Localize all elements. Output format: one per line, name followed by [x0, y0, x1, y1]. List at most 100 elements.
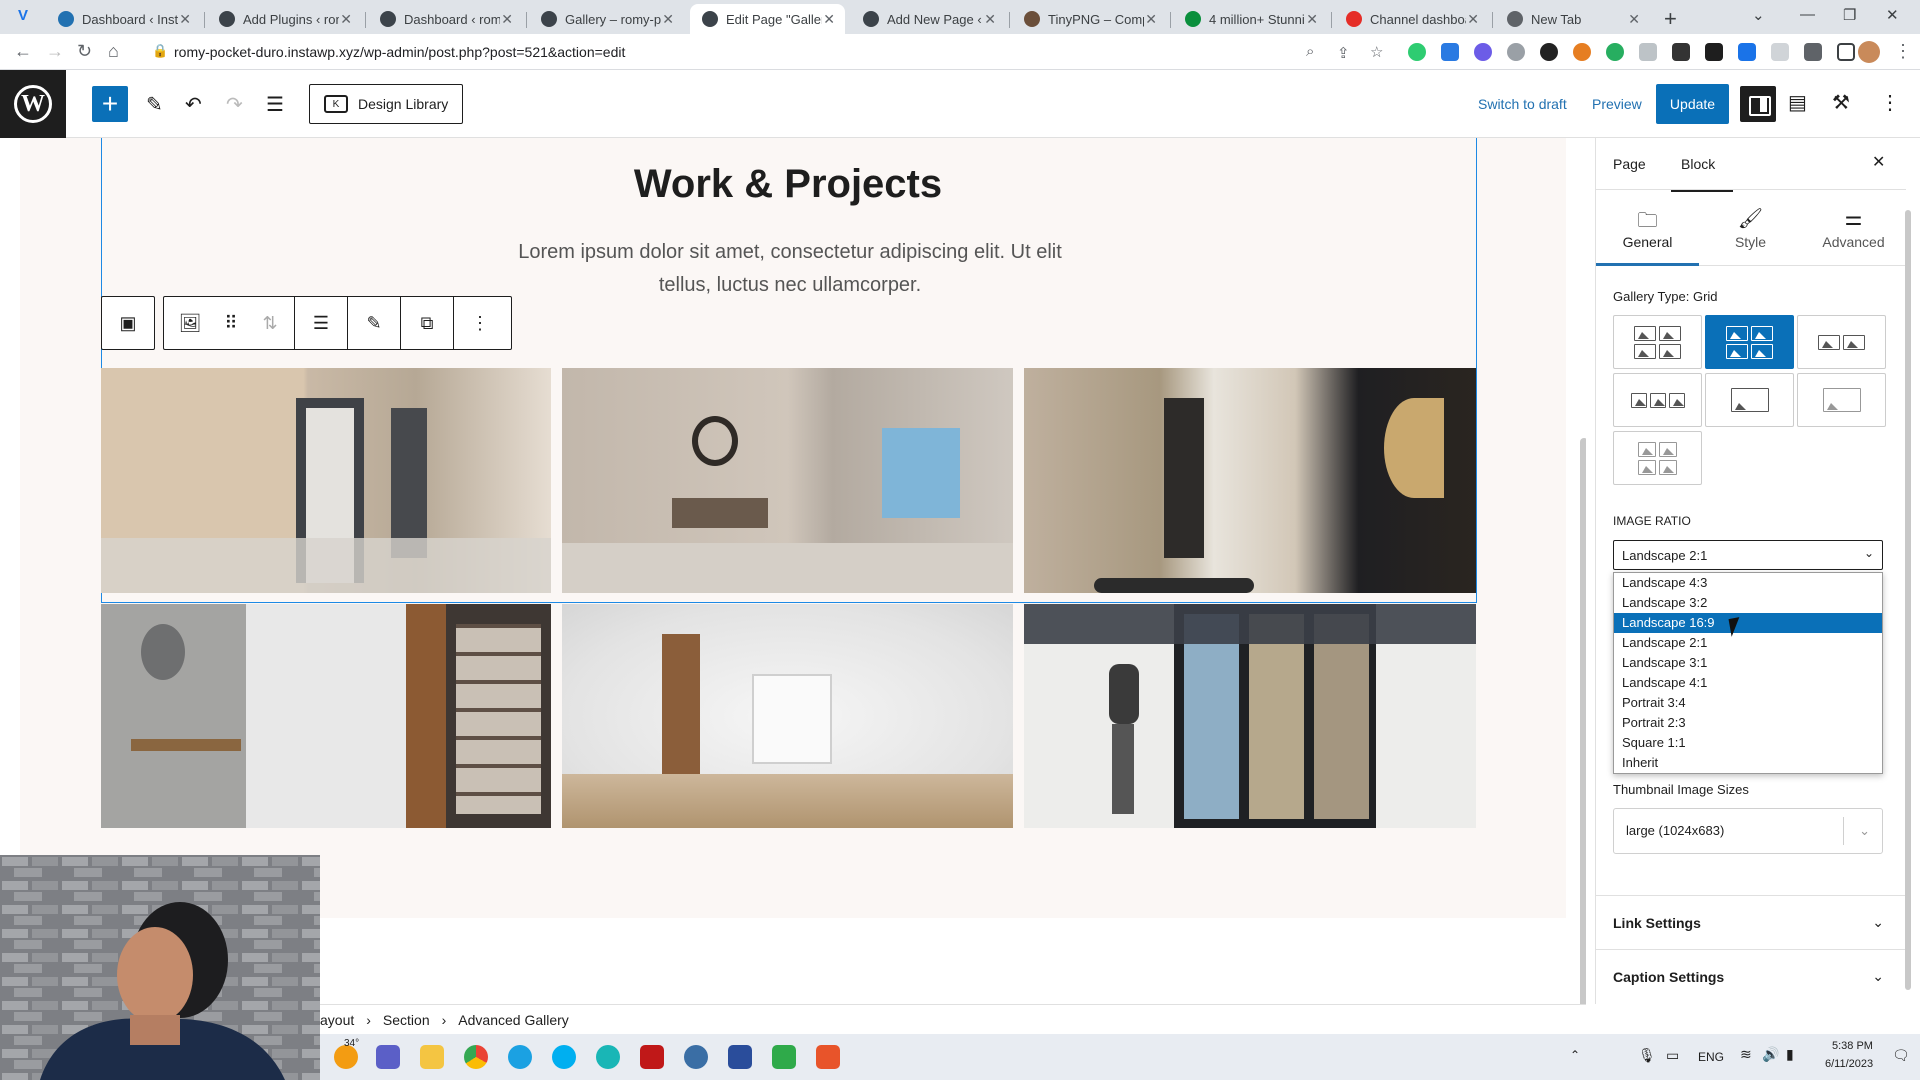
- move-up-down-icon[interactable]: ⇅: [246, 297, 294, 349]
- caption-settings-panel[interactable]: Caption Settings ⌄: [1596, 949, 1906, 1003]
- options-menu-icon[interactable]: ⋮: [1880, 90, 1900, 115]
- browser-menu-icon[interactable]: ⋮: [1894, 41, 1912, 62]
- dropdown-option[interactable]: Landscape 4:1: [1614, 673, 1882, 693]
- skype-icon[interactable]: [552, 1045, 576, 1069]
- extension-icon[interactable]: [1474, 43, 1492, 61]
- align-icon[interactable]: ☰: [295, 297, 347, 349]
- edit-gallery-icon[interactable]: ✎: [348, 297, 400, 349]
- gallery-image[interactable]: [562, 368, 1013, 593]
- extension-icon[interactable]: [1705, 43, 1723, 61]
- reload-icon[interactable]: ↻: [77, 41, 92, 62]
- dropdown-option[interactable]: Square 1:1: [1614, 733, 1882, 753]
- tab-close-icon[interactable]: ✕: [1467, 11, 1479, 28]
- tab-page[interactable]: Page: [1613, 156, 1646, 172]
- switch-to-draft-button[interactable]: Switch to draft: [1478, 96, 1567, 112]
- dropdown-option[interactable]: Landscape 3:2: [1614, 593, 1882, 613]
- tab-block[interactable]: Block: [1670, 156, 1734, 192]
- sidebar-panel-icon[interactable]: [1837, 43, 1855, 61]
- minimize-button[interactable]: —: [1800, 6, 1815, 23]
- tab-close-icon[interactable]: ✕: [1628, 11, 1640, 28]
- block-parent-selector[interactable]: ▣: [101, 296, 155, 350]
- browser-tab[interactable]: Add New Page ‹ r ✕: [851, 4, 1006, 34]
- extension-icon[interactable]: [1672, 43, 1690, 61]
- battery-icon[interactable]: ▮: [1786, 1046, 1794, 1063]
- canvas-scrollbar[interactable]: [1580, 438, 1586, 1004]
- browser-tab[interactable]: New Tab ✕: [1495, 4, 1650, 34]
- gallery-image[interactable]: [1024, 368, 1476, 593]
- extension-icon[interactable]: [1507, 43, 1525, 61]
- back-icon[interactable]: ←: [14, 41, 32, 62]
- gallery-image[interactable]: [101, 368, 551, 593]
- omnibox[interactable]: 🔒 romy-pocket-duro.instawp.xyz/wp-admin/…: [140, 38, 1330, 66]
- avatar[interactable]: [1858, 41, 1880, 63]
- browser-tab[interactable]: Dashboard ‹ romy ✕: [368, 4, 523, 34]
- edit-styles-icon[interactable]: ▤: [1788, 90, 1807, 115]
- breadcrumb-item[interactable]: Advanced Gallery: [458, 1012, 569, 1028]
- language-indicator[interactable]: ENG: [1698, 1050, 1724, 1064]
- sidebar-scrollbar[interactable]: [1905, 210, 1911, 990]
- gallery-type-masonry[interactable]: [1613, 315, 1702, 369]
- design-library-button[interactable]: K Design Library: [309, 84, 463, 124]
- drag-handle-icon[interactable]: ⠿: [216, 297, 246, 349]
- tab-general[interactable]: 🗀 General: [1596, 190, 1699, 266]
- browser-tab[interactable]: 4 million+ Stunni ✕: [1173, 4, 1328, 34]
- parent-block-icon[interactable]: ▣: [102, 297, 154, 349]
- file-explorer-icon[interactable]: [420, 1045, 444, 1069]
- app-icon[interactable]: [684, 1045, 708, 1069]
- list-view-icon[interactable]: ☰: [266, 92, 284, 117]
- clock-time[interactable]: 5:38 PM: [1832, 1040, 1873, 1052]
- puzzle-icon[interactable]: [1804, 43, 1822, 61]
- dropdown-option[interactable]: Landscape 3:1: [1614, 653, 1882, 673]
- tab-close-icon[interactable]: ✕: [662, 11, 674, 28]
- volume-icon[interactable]: 🔊: [1762, 1046, 1779, 1063]
- extension-icon[interactable]: [1639, 43, 1657, 61]
- pencil-tool-icon[interactable]: ✎: [146, 92, 163, 117]
- browser-logo-icon[interactable]: V: [18, 7, 28, 24]
- skype-business-icon[interactable]: [596, 1045, 620, 1069]
- gallery-type-fluid-carousel[interactable]: [1613, 373, 1702, 427]
- new-tab-button[interactable]: +: [1664, 6, 1677, 32]
- forward-icon[interactable]: →: [46, 41, 64, 62]
- dropdown-option[interactable]: Inherit: [1614, 753, 1882, 773]
- copy-style-icon[interactable]: ⧉: [401, 297, 453, 349]
- tab-advanced[interactable]: ⚌ Advanced: [1802, 190, 1905, 266]
- browser-tab[interactable]: Dashboard ‹ Insta ✕: [46, 4, 201, 34]
- wifi-icon[interactable]: ≋: [1740, 1046, 1752, 1063]
- breadcrumb-item[interactable]: ayout: [320, 1012, 354, 1028]
- browser-tab[interactable]: Edit Page "Gallery ✕: [690, 4, 845, 34]
- notification-icon[interactable]: 🗨: [1892, 1047, 1910, 1064]
- tray-chevron-icon[interactable]: ⌃: [1570, 1048, 1580, 1062]
- extension-icon[interactable]: [1408, 43, 1426, 61]
- tab-close-icon[interactable]: ✕: [823, 11, 835, 28]
- gallery-type-grid[interactable]: [1705, 315, 1794, 369]
- meet-icon[interactable]: [376, 1045, 400, 1069]
- page-title[interactable]: Work & Projects: [0, 162, 1576, 207]
- extension-icon[interactable]: [1540, 43, 1558, 61]
- maximize-button[interactable]: ❐: [1843, 6, 1856, 24]
- mcafee-icon[interactable]: [640, 1045, 664, 1069]
- home-icon[interactable]: ⌂: [108, 41, 119, 62]
- dropdown-option[interactable]: Portrait 2:3: [1614, 713, 1882, 733]
- gallery-image[interactable]: [101, 604, 551, 828]
- tab-style[interactable]: 🖌 Style: [1699, 190, 1802, 266]
- extension-icon[interactable]: [1738, 43, 1756, 61]
- thumbnail-sizes-select[interactable]: large (1024x683) ⌄: [1613, 808, 1883, 854]
- wordpress-logo-icon[interactable]: W: [0, 70, 66, 138]
- microphone-icon[interactable]: 🎙: [1638, 1047, 1656, 1064]
- zoom-icon[interactable]: ⌕: [1306, 43, 1314, 60]
- chrome-icon[interactable]: [464, 1045, 488, 1069]
- tab-close-icon[interactable]: ✕: [340, 11, 352, 28]
- browser-tab[interactable]: Gallery – romy-po ✕: [529, 4, 684, 34]
- preview-button[interactable]: Preview: [1592, 96, 1642, 112]
- tab-search-icon[interactable]: ⌄: [1752, 6, 1765, 24]
- dropdown-option[interactable]: Landscape 16:9: [1614, 613, 1882, 633]
- clock-date[interactable]: 6/11/2023: [1825, 1058, 1873, 1070]
- notes-app-icon[interactable]: [728, 1045, 752, 1069]
- tab-close-icon[interactable]: ✕: [501, 11, 513, 28]
- display-icon[interactable]: ▭: [1666, 1047, 1679, 1064]
- more-options-icon[interactable]: ⋮: [454, 297, 506, 349]
- tab-close-icon[interactable]: ✕: [179, 11, 191, 28]
- extension-icon[interactable]: [1606, 43, 1624, 61]
- gallery-type-slider[interactable]: [1705, 373, 1794, 427]
- kadence-icon[interactable]: ⚒: [1832, 90, 1850, 115]
